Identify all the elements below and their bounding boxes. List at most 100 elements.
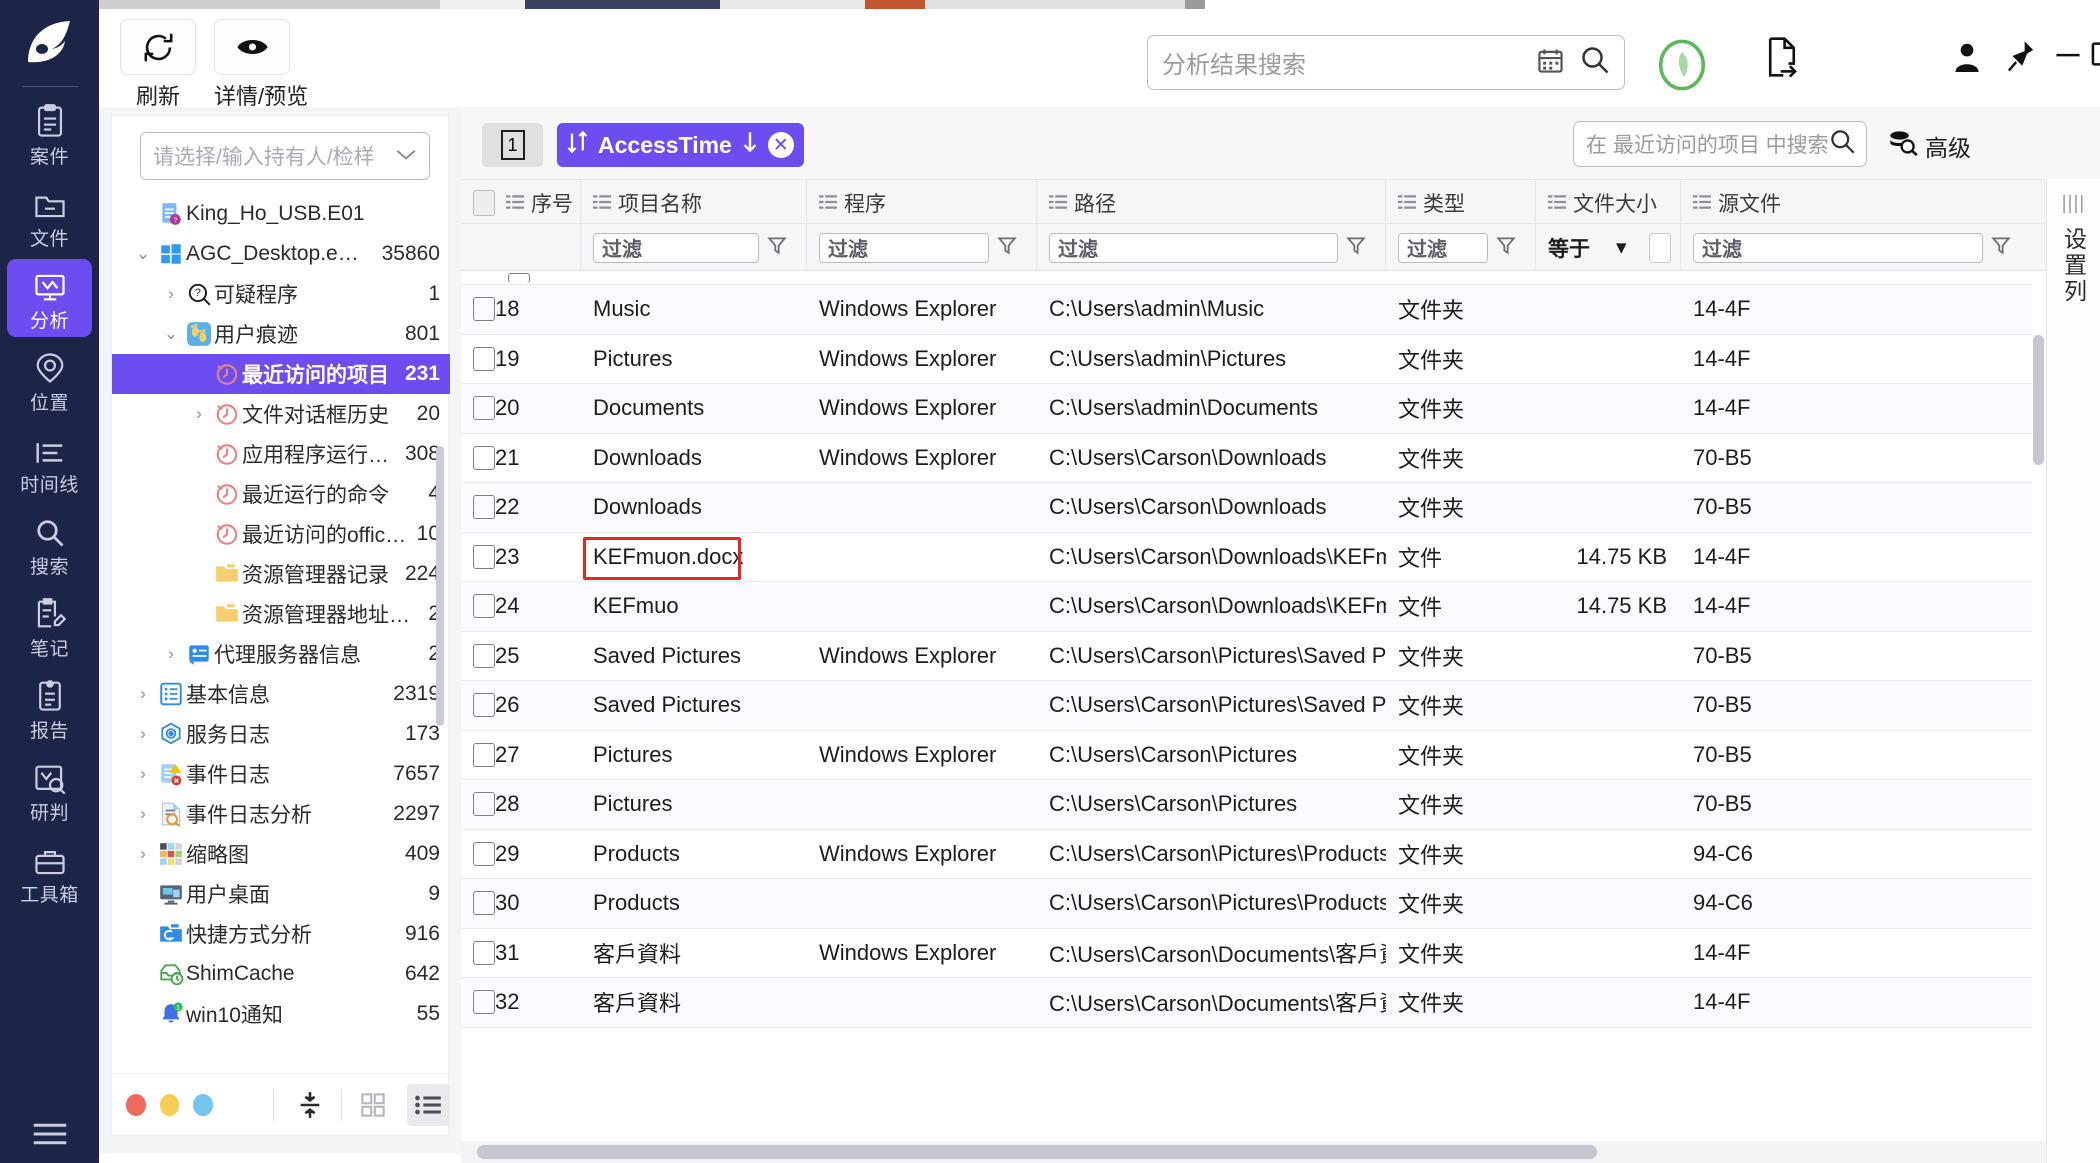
funnel-icon[interactable] [1496, 235, 1516, 261]
column-header[interactable]: 类型 [1386, 180, 1536, 225]
table-horizontal-scroll-thumb[interactable] [477, 1145, 1597, 1159]
table-row[interactable]: 25 Saved Pictures Windows Explorer C:\Users… [461, 632, 2046, 681]
sort-chip-accesstime[interactable]: AccessTime ✕ [557, 123, 804, 167]
column-settings-pane[interactable]: |||| 设置列 [2046, 179, 2100, 1163]
funnel-icon[interactable] [1991, 235, 2011, 261]
sidebar-item-files[interactable]: 文件 [7, 177, 92, 255]
table-row[interactable]: 22 Downloads C:\Users\Carson\Downloads 文件夹 7… [461, 483, 2046, 533]
column-menu-icon[interactable] [1398, 191, 1416, 215]
chevron-right-icon[interactable]: › [158, 284, 184, 304]
row-checkbox[interactable] [473, 990, 495, 1015]
tree-item[interactable]: ? King_Ho_USB.E01 [112, 194, 450, 234]
column-menu-icon[interactable] [506, 191, 524, 215]
tree-item[interactable]: › 文件对话框历史 20 [112, 394, 450, 434]
funnel-icon[interactable] [767, 235, 787, 261]
sidebar-item-timeline[interactable]: 时间线 [7, 423, 92, 501]
tree-item[interactable]: ShimCache 642 [112, 954, 450, 994]
tag-dot-blue[interactable] [193, 1093, 214, 1116]
chevron-down-icon[interactable]: ⌄ [158, 324, 184, 344]
sidebar-item-search[interactable]: 搜索 [7, 505, 92, 583]
table-row[interactable]: 31 客戶資料 Windows Explorer C:\Users\Carson\Do… [461, 929, 2046, 978]
column-menu-icon[interactable] [1693, 191, 1711, 215]
user-icon[interactable] [1954, 42, 1980, 77]
table-row[interactable]: 30 Products C:\Users\Carson\Pictures\Produ… [461, 879, 2046, 929]
row-checkbox[interactable] [473, 445, 495, 470]
size-filter-input[interactable] [1648, 232, 1671, 263]
tree-item[interactable]: 用户桌面 9 [112, 874, 450, 914]
grid-view-icon[interactable] [352, 1084, 395, 1126]
column-header[interactable]: 源文件 [1681, 180, 2046, 225]
hamburger-icon[interactable] [0, 1119, 99, 1149]
row-checkbox[interactable] [473, 891, 495, 916]
sidebar-item-notes[interactable]: 笔记 [7, 587, 92, 665]
column-filter-input[interactable]: 过滤 [1693, 232, 1983, 263]
column-header[interactable]: 文件大小 [1536, 180, 1681, 225]
table-vertical-scroll-thumb[interactable] [2033, 335, 2044, 465]
refresh-button[interactable]: 刷新 [120, 19, 196, 111]
tree-item[interactable]: ›? 可疑程序 1 [112, 274, 450, 314]
funnel-icon[interactable] [997, 235, 1017, 261]
search-icon[interactable] [1580, 45, 1610, 80]
chevron-right-icon[interactable]: › [130, 764, 156, 784]
tree-scrollbar[interactable] [436, 446, 444, 726]
tree-item[interactable]: › 缩略图 409 [112, 834, 450, 874]
chevron-right-icon[interactable]: › [130, 724, 156, 744]
table-body[interactable]: 18 Music Windows Explorer C:\Users\admin\Mu… [461, 271, 2046, 1071]
preview-button[interactable]: 详情/预览 [214, 19, 308, 111]
sidebar-item-toolbox[interactable]: 工具箱 [7, 833, 92, 911]
sidebar-item-judgment[interactable]: 研判 [7, 751, 92, 829]
chevron-right-icon[interactable]: › [158, 644, 184, 664]
minimize-icon[interactable] [2053, 47, 2083, 66]
list-view-icon[interactable] [406, 1083, 450, 1126]
table-row[interactable]: 29 Products Windows Explorer C:\Users\Carso… [461, 830, 2046, 879]
tree-item[interactable]: › 事件日志 7657 [112, 754, 450, 794]
chevron-right-icon[interactable]: › [130, 804, 156, 824]
search-icon[interactable] [1829, 128, 1856, 160]
column-menu-icon[interactable] [1049, 191, 1067, 215]
chevron-right-icon[interactable]: › [130, 844, 156, 864]
row-checkbox[interactable] [473, 396, 495, 421]
row-checkbox[interactable] [473, 594, 495, 619]
holder-select[interactable]: 请选择/输入持有人/检样 [140, 132, 430, 180]
tree-item[interactable]: 1 win10通知 55 [112, 994, 450, 1034]
maximize-icon[interactable] [2087, 39, 2100, 74]
tag-dot-red[interactable] [126, 1093, 146, 1116]
analysis-search-input[interactable]: 分析结果搜索 [1147, 35, 1625, 90]
chevron-right-icon[interactable]: › [130, 684, 156, 704]
select-all-checkbox[interactable] [473, 189, 495, 216]
row-checkbox[interactable] [473, 742, 495, 767]
tree-item[interactable]: ⌄ AGC_Desktop.e… 35860 [112, 234, 450, 274]
table-row[interactable]: 26 Saved Pictures C:\Users\Carson\Pictures… [461, 681, 2046, 731]
column-filter-input[interactable]: 过滤 [1049, 232, 1338, 263]
row-checkbox[interactable] [473, 544, 495, 569]
chevron-down-icon[interactable]: ⌄ [130, 244, 156, 264]
sidebar-item-report[interactable]: 报告 [7, 669, 92, 747]
sort-icon[interactable] [288, 1084, 331, 1126]
table-horizontal-scrollbar[interactable] [461, 1141, 2046, 1163]
table-row[interactable]: 23 KEFmuon.docx C:\Users\Carson\Downloads\… [461, 533, 2046, 582]
table-row[interactable]: 27 Pictures Windows Explorer C:\Users\Carso… [461, 731, 2046, 780]
column-header[interactable]: 序号 [461, 180, 581, 225]
row-checkbox[interactable] [473, 693, 495, 718]
sidebar-item-location[interactable]: 位置 [7, 341, 92, 419]
row-checkbox[interactable] [473, 346, 495, 371]
table-vertical-scrollbar[interactable] [2032, 271, 2046, 1071]
evidence-tree[interactable]: ? King_Ho_USB.E01 ⌄ AGC_Desktop.e… 35860 ›? 可疑… [112, 194, 450, 1060]
tag-dot-yellow[interactable] [159, 1093, 180, 1116]
column-menu-icon[interactable] [819, 191, 837, 215]
row-checkbox[interactable] [473, 940, 495, 965]
tree-item[interactable]: 最近访问的offic… 10 [112, 514, 450, 554]
column-menu-icon[interactable] [593, 191, 611, 215]
column-filter-input[interactable]: 过滤 [593, 232, 759, 263]
tree-item-selected[interactable]: 最近访问的项目 231 [112, 354, 450, 394]
table-row[interactable]: 18 Music Windows Explorer C:\Users\admin\Mu… [461, 285, 2046, 335]
table-row[interactable]: 19 Pictures Windows Explorer C:\Users\admin… [461, 335, 2046, 384]
row-checkbox[interactable] [473, 841, 495, 866]
tree-item[interactable]: › 基本信息 2319 [112, 674, 450, 714]
row-checkbox[interactable] [473, 792, 495, 817]
size-operator-select[interactable]: 等于 ▾ [1548, 233, 1627, 263]
tree-item[interactable]: ⌄ 用户痕迹 801 [112, 314, 450, 354]
close-circle-icon[interactable]: ✕ [767, 132, 794, 158]
tree-item[interactable]: 资源管理器地址… 2 [112, 594, 450, 634]
tree-item[interactable]: › 代理服务器信息 2 [112, 634, 450, 674]
